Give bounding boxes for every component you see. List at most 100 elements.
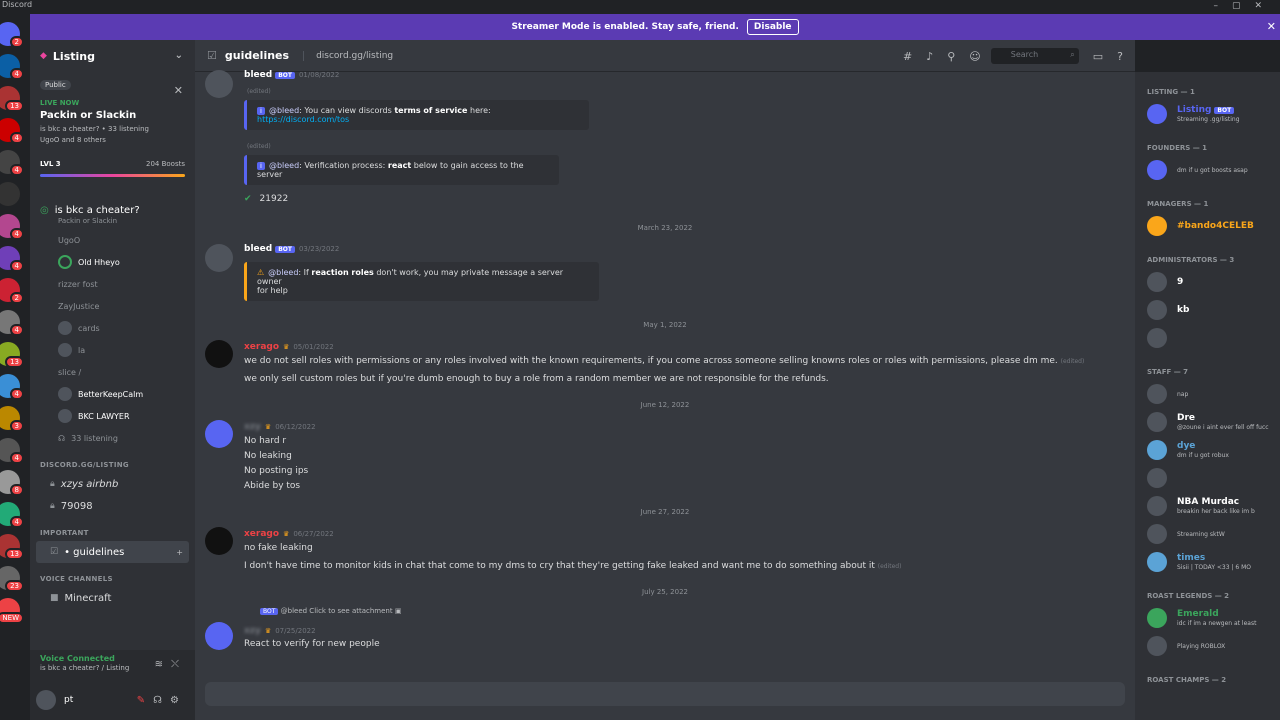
server-icon[interactable]: 23 (0, 566, 24, 592)
inbox-icon[interactable]: ▭ (1093, 50, 1103, 63)
server-icon[interactable]: 8 (0, 470, 24, 496)
server-icon[interactable] (0, 182, 20, 206)
channel-topic[interactable]: discord.gg/listing (303, 50, 393, 61)
avatar[interactable] (205, 420, 233, 448)
boost-level[interactable]: LVL 3 204 Boosts (40, 160, 185, 168)
server-icon[interactable]: 3 (0, 406, 24, 432)
server-icon[interactable]: 4 (0, 118, 24, 144)
voice-member[interactable]: rizzer fost (30, 273, 195, 295)
channel-item[interactable]: ■ Minecraft (36, 587, 189, 609)
threads-icon[interactable]: # (903, 50, 912, 63)
disable-button[interactable]: Disable (746, 19, 799, 35)
server-icon[interactable]: 4 (0, 54, 24, 80)
headphones-icon[interactable]: ☊ (153, 695, 170, 706)
member-row[interactable]: dye dm if u got robux (1135, 436, 1280, 464)
mention[interactable]: @bleed (269, 161, 299, 170)
tos-link[interactable]: https://discord.com/tos (257, 115, 349, 124)
member-row[interactable]: dm if u got boosts asap (1135, 156, 1280, 184)
close-icon[interactable]: ✕ (174, 84, 183, 97)
avatar[interactable] (205, 527, 233, 555)
member-row[interactable] (1135, 324, 1280, 352)
mention[interactable]: @bleed (268, 268, 298, 277)
server-icon[interactable]: 4 (0, 374, 24, 400)
server-header[interactable]: ◆ Listing ⌄ (30, 40, 195, 72)
server-icon[interactable]: 13 (0, 342, 24, 368)
avatar[interactable] (205, 340, 233, 368)
avatar[interactable] (205, 622, 233, 650)
message-author[interactable]: xerago ♛ 05/01/2022 (244, 342, 334, 352)
voice-member[interactable]: UgoO (30, 229, 195, 251)
member-row[interactable]: #bando4CELEB (1135, 212, 1280, 240)
mute-icon[interactable]: ✎ (137, 695, 153, 706)
member-row[interactable]: Listing BOT Streaming .gg/listing (1135, 100, 1280, 128)
user-controls[interactable]: ✎☊⚙ (137, 695, 187, 706)
banner-close-icon[interactable]: ✕ (1267, 20, 1276, 33)
server-icon[interactable]: 4 (0, 310, 24, 336)
member-row[interactable]: Playing ROBLOX (1135, 632, 1280, 660)
voice-controls[interactable]: ≋⤬ (155, 659, 187, 670)
chevron-down-icon[interactable]: ⌄ (175, 50, 183, 61)
voice-member[interactable]: BetterKeepCalm (30, 383, 195, 405)
gear-icon[interactable]: ⚙ (170, 695, 187, 706)
reply-preview[interactable]: BOT @bleed Click to see attachment ▣ (257, 607, 401, 615)
member-list-icon[interactable]: ☺ (969, 50, 980, 63)
category-important[interactable]: IMPORTANT (40, 529, 195, 537)
voice-member[interactable]: slice / (30, 361, 195, 383)
channel-item[interactable]: 🔒︎ xzys airbnb (36, 473, 189, 495)
help-icon[interactable]: ? (1117, 50, 1123, 63)
channel-name: 79098 (60, 500, 93, 512)
member-row[interactable]: Streaming sktW (1135, 520, 1280, 548)
member-row[interactable] (1135, 464, 1280, 492)
server-icon[interactable]: 13 (0, 86, 24, 112)
mention[interactable]: @bleed (269, 106, 299, 115)
voice-member[interactable]: ZayJustice (30, 295, 195, 317)
message-author[interactable]: xzy ♛ 07/25/2022 (244, 626, 316, 636)
member-category: ROAST LEGENDS — 2 (1147, 592, 1230, 600)
category-listing[interactable]: DISCORD.GG/LISTING (40, 461, 195, 469)
add-member-icon[interactable]: + (176, 548, 183, 557)
server-icon[interactable]: 4 (0, 438, 24, 464)
search-input[interactable]: Search ⌕ (990, 48, 1079, 64)
member-row[interactable]: Dre @zoune i aint ever fell off fucc (1135, 408, 1280, 436)
member-row[interactable]: 9 (1135, 268, 1280, 296)
window-controls[interactable]: –▢✕ (1213, 1, 1276, 11)
info-icon: i (257, 107, 265, 115)
voice-member[interactable]: BKC LAWYER (30, 405, 195, 427)
member-row[interactable]: Emerald idc if im a newgen at least (1135, 604, 1280, 632)
voice-member[interactable]: la (30, 339, 195, 361)
message-author[interactable]: bleed BOT 01/08/2022 (244, 70, 339, 80)
voice-member[interactable]: ☊ 33 listening (30, 427, 195, 449)
server-icon[interactable]: 4 (0, 502, 24, 528)
message-author[interactable]: bleed BOT 03/23/2022 (244, 244, 339, 254)
message-author[interactable]: xzy ♛ 06/12/2022 (244, 422, 316, 432)
stage-title[interactable]: Packin or Slackin (40, 110, 195, 121)
member-category: STAFF — 7 (1147, 368, 1188, 376)
voice-member[interactable]: cards (30, 317, 195, 339)
server-icon[interactable]: NEW (0, 598, 24, 624)
server-icon[interactable]: 13 (0, 534, 24, 560)
voice-member[interactable]: Old Hheyo (30, 251, 195, 273)
message-input[interactable] (205, 682, 1125, 706)
voice-channel-stage[interactable]: ◎ is bkc a cheater? (40, 205, 195, 216)
member-row[interactable]: nap (1135, 380, 1280, 408)
reaction[interactable]: ✔ 21922 (244, 194, 288, 204)
server-icon[interactable]: 4 (0, 150, 24, 176)
avatar[interactable] (205, 244, 233, 272)
server-icon[interactable]: 4 (0, 214, 24, 240)
member-row[interactable]: kb (1135, 296, 1280, 324)
avatar[interactable] (205, 70, 233, 98)
unread-badge: 4 (9, 132, 24, 144)
message-author[interactable]: xerago ♛ 06/27/2022 (244, 529, 334, 539)
member-row[interactable]: NBA Murdac breakin her back like im b (1135, 492, 1280, 520)
avatar[interactable] (36, 690, 56, 710)
server-icon[interactable]: 2 (0, 278, 24, 304)
notification-bell-icon[interactable]: ♪ (926, 50, 933, 63)
server-icon[interactable]: 4 (0, 246, 24, 272)
pin-icon[interactable]: ⚲ (947, 50, 955, 63)
channel-item[interactable]: 🔒︎ 79098 (36, 495, 189, 517)
message-text: we only sell custom roles but if you're … (244, 374, 829, 384)
server-icon[interactable]: 2 (0, 22, 24, 48)
category-voice[interactable]: VOICE CHANNELS (40, 575, 195, 583)
channel-item[interactable]: ☑ • guidelines + (36, 541, 189, 563)
member-row[interactable]: times Sisii | TODAY <33 | 6 MO (1135, 548, 1280, 576)
